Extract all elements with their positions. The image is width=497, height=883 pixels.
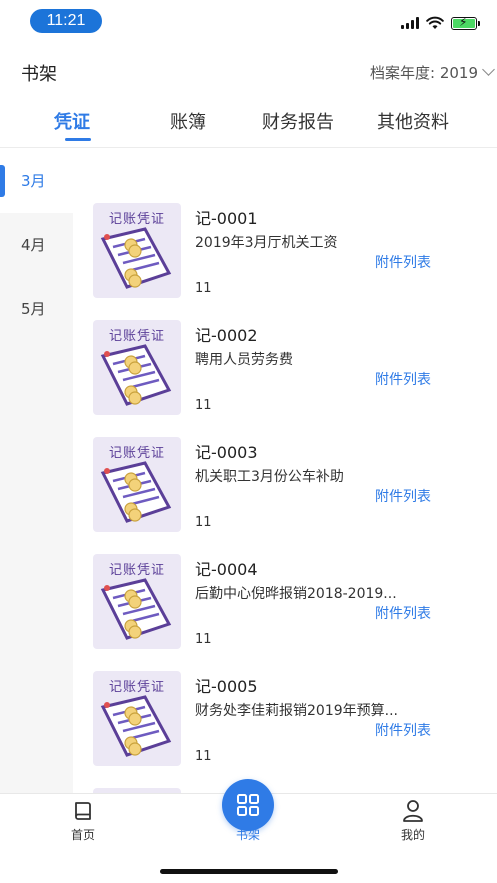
attachment-list-link[interactable]: 附件列表 [375,369,431,389]
month-label: 5月 [21,300,46,318]
year-label: 档案年度: 2019 [370,64,478,82]
document-coins-icon [100,695,172,757]
active-tab-underline [65,138,91,141]
month-item-march[interactable]: 3月 [0,149,73,213]
wifi-icon [426,16,444,29]
attachment-list-link[interactable]: 附件列表 [375,486,431,506]
voucher-code: 记-0001 [195,209,258,228]
voucher-description: 聘用人员劳务费 [195,352,293,368]
month-active-indicator [0,165,5,197]
list-item[interactable]: 记账凭证 记-0003 机关职工3月份公车补助 附件列表 11 [73,435,497,552]
list-item[interactable]: 记账凭证 记-0002 聘用人员劳务费 附件列表 11 [73,318,497,435]
tab-vouchers[interactable]: 凭证 [54,108,90,134]
list-item[interactable] [73,786,497,793]
voucher-thumbnail: 记账凭证 [93,437,181,532]
document-coins-icon [100,227,172,289]
home-indicator [160,869,338,874]
month-item-april[interactable]: 4月 [0,213,73,277]
status-icons: ⚡ [401,14,480,32]
tab-financial-reports[interactable]: 财务报告 [262,108,334,134]
voucher-count: 11 [195,632,212,647]
voucher-code: 记-0005 [195,677,258,696]
voucher-thumbnail: 记账凭证 [93,554,181,649]
signal-icon [401,17,419,29]
list-item[interactable]: 记账凭证 记-0004 后勤中心倪晔报销2018-2019... 附件列表 11 [73,552,497,669]
voucher-list: 记账凭证 记-0001 2019年3月厅机关工资 附件列表 11 记账凭证 记-… [73,149,497,793]
voucher-count: 11 [195,749,212,764]
tab-other-materials[interactable]: 其他资料 [377,108,449,134]
voucher-code: 记-0002 [195,326,258,345]
voucher-count: 11 [195,398,212,413]
month-label: 3月 [21,172,46,190]
year-select[interactable]: 档案年度: 2019 [370,62,495,83]
month-item-may[interactable]: 5月 [0,277,73,341]
voucher-thumbnail: 记账凭证 [93,203,181,298]
voucher-description: 后勤中心倪晔报销2018-2019... [195,586,397,602]
list-item[interactable]: 记账凭证 记-0001 2019年3月厅机关工资 附件列表 11 [73,201,497,318]
month-sidebar: 3月 4月 5月 [0,149,73,793]
nav-label: 我的 [400,828,425,842]
voucher-count: 11 [195,281,212,296]
tab-ledgers[interactable]: 账簿 [170,108,206,134]
voucher-thumbnail: 记账凭证 [93,671,181,766]
voucher-description: 2019年3月厅机关工资 [195,235,338,251]
month-label: 4月 [21,236,46,254]
header: 书架 档案年度: 2019 [0,52,497,92]
voucher-description: 机关职工3月份公车补助 [195,469,344,485]
status-bar: 11:21 ⚡ [0,0,497,44]
document-coins-icon [100,461,172,523]
list-item[interactable]: 记账凭证 记-0005 财务处李佳莉报销2019年预算... 附件列表 11 [73,669,497,786]
attachment-list-link[interactable]: 附件列表 [375,603,431,623]
voucher-thumbnail: 记账凭证 [93,320,181,415]
attachment-list-link[interactable]: 附件列表 [375,720,431,740]
bookshelf-center-button[interactable] [222,779,274,831]
document-coins-icon [100,578,172,640]
voucher-description: 财务处李佳莉报销2019年预算... [195,703,398,719]
chevron-down-icon [482,63,495,76]
battery-icon: ⚡ [451,15,480,30]
book-icon [75,802,91,820]
person-icon [403,800,423,822]
status-time: 11:21 [30,9,102,33]
voucher-code: 记-0004 [195,560,258,579]
nav-label: 首页 [70,828,95,842]
document-coins-icon [100,344,172,406]
attachment-list-link[interactable]: 附件列表 [375,252,431,272]
voucher-code: 记-0003 [195,443,258,462]
voucher-count: 11 [195,515,212,530]
page-title: 书架 [21,64,57,85]
grid-icon [237,794,259,816]
